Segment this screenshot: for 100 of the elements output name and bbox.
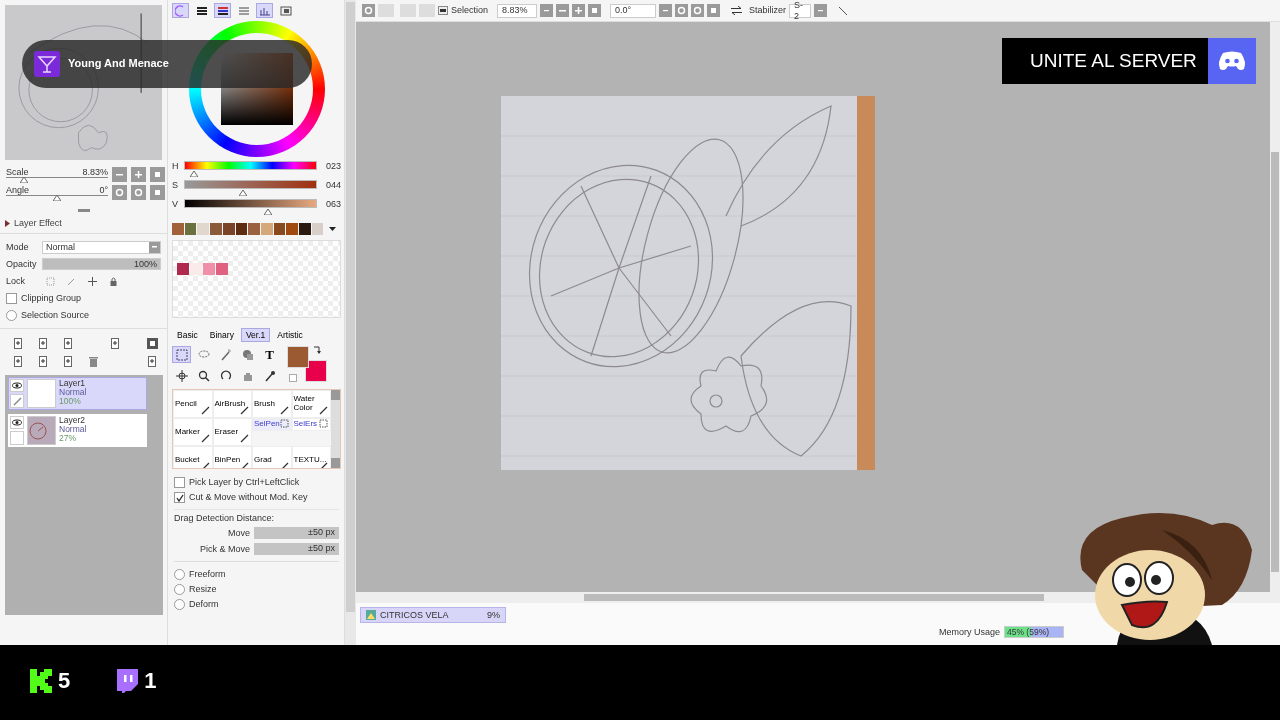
opacity-slider[interactable]: 100%: [42, 258, 161, 271]
stabilizer-field[interactable]: S-2: [789, 3, 812, 18]
scrollbar-thumb[interactable]: [1271, 152, 1279, 572]
k-logo-icon: [30, 669, 52, 694]
flip-arrows-icon[interactable]: [731, 6, 743, 15]
slider-track[interactable]: Scale 8.83%: [6, 167, 108, 183]
tool-tab[interactable]: Binary: [204, 328, 239, 343]
square-button[interactable]: [150, 167, 165, 182]
zoom-field[interactable]: 8.83%: [497, 3, 538, 18]
radio-button[interactable]: [174, 584, 185, 596]
memory-usage-value: 45% (59%): [1006, 627, 1050, 637]
brush-preset[interactable]: Marker: [173, 418, 213, 447]
layer-row[interactable]: Layer1 Normal 100%: [8, 376, 147, 410]
scrollbar-thumb[interactable]: [346, 2, 355, 612]
brush-preset[interactable]: Bucket: [173, 446, 213, 469]
brush-preset[interactable]: Pencil: [173, 390, 213, 419]
checkbox[interactable]: [6, 292, 17, 304]
brush-preset[interactable]: AirBrush: [212, 390, 252, 419]
eye-icon[interactable]: [12, 419, 22, 427]
scratchpad-color[interactable]: [203, 263, 215, 275]
brush-preset[interactable]: Water Color: [291, 390, 331, 419]
document-tab[interactable]: CITRICOS VELA 9%: [360, 607, 506, 623]
mask-button[interactable]: [144, 336, 161, 351]
zoom-out-button[interactable]: [556, 4, 570, 17]
rotate-right-button[interactable]: [131, 185, 146, 200]
scroll-down-button[interactable]: [331, 458, 340, 469]
scroll-up-button[interactable]: [331, 390, 340, 401]
mask-icon: [147, 338, 158, 350]
lock-label: Lock: [6, 275, 26, 287]
checkbox[interactable]: [174, 477, 185, 489]
tool-tab[interactable]: Artistic: [272, 328, 308, 343]
brush-preset[interactable]: Brush: [252, 390, 292, 419]
color-wheel-tab[interactable]: [172, 3, 189, 18]
rotate-left-button[interactable]: [112, 185, 127, 200]
swap-arrow-icon[interactable]: [313, 346, 321, 355]
minus-button[interactable]: [112, 167, 127, 182]
stabilizer-dropdown-button[interactable]: [814, 4, 828, 17]
color-swatch[interactable]: [286, 223, 299, 235]
brush-tip-icon: [240, 434, 249, 444]
color-swatch[interactable]: [235, 223, 248, 235]
scratchpad-color[interactable]: [216, 263, 228, 275]
eye-icon[interactable]: [12, 382, 22, 390]
angle-reset-button[interactable]: [707, 4, 721, 17]
tool-tab[interactable]: Basic: [172, 328, 203, 343]
scrollbar-thumb[interactable]: [584, 594, 1044, 601]
zoom-in-button[interactable]: [572, 4, 586, 17]
document-name: CITRICOS VELA: [380, 609, 450, 621]
radio-label: Deform: [189, 599, 219, 611]
distance-field[interactable]: ±50 px: [254, 527, 339, 540]
radio-button[interactable]: [6, 309, 17, 321]
brush-preset[interactable]: Eraser: [212, 418, 252, 447]
zoom-dropdown-button[interactable]: [540, 4, 554, 17]
brush-preset[interactable]: TEXTU...: [291, 446, 331, 469]
square-button[interactable]: [150, 185, 165, 200]
layer-blend-mode: Normal: [59, 424, 87, 434]
eyedropper-icon: [263, 369, 276, 382]
plus-button[interactable]: [131, 167, 146, 182]
slider-track[interactable]: Angle 0°: [6, 185, 108, 201]
radio-button[interactable]: [174, 569, 185, 581]
brush-tip-icon: [200, 406, 210, 416]
color-swatch[interactable]: [260, 223, 273, 235]
discord-banner[interactable]: UNITE AL SERVER: [1002, 38, 1256, 84]
color-swatch[interactable]: [248, 223, 260, 235]
line-tool-icon[interactable]: [838, 5, 849, 16]
color-swatch[interactable]: [197, 223, 210, 235]
angle-field[interactable]: 0.0°: [610, 3, 657, 18]
brush-preset[interactable]: SelPen: [252, 418, 292, 432]
brush-preset[interactable]: SelErs: [291, 418, 331, 432]
selection-toggle-icon[interactable]: [438, 6, 448, 15]
secondary-color-box[interactable]: [305, 360, 327, 383]
dropdown-arrow-icon: [329, 227, 337, 231]
text-tool-button[interactable]: T: [260, 346, 279, 364]
brush-preset[interactable]: BinPen: [212, 446, 252, 469]
distance-field[interactable]: ±50 px: [254, 543, 339, 556]
brush-preset[interactable]: Grad: [252, 446, 292, 469]
tool-tab[interactable]: Ver.1: [240, 328, 271, 343]
scratchpad-color[interactable]: [190, 263, 202, 275]
hsv-sliders-tab[interactable]: [214, 3, 231, 18]
mode-label: Mode: [6, 241, 30, 253]
slider-thumb[interactable]: [20, 177, 29, 183]
layer-effect-toggle[interactable]: Layer Effect: [0, 214, 167, 234]
zoom-reset-button[interactable]: [588, 4, 602, 17]
color-swatch[interactable]: [184, 223, 197, 235]
blend-mode-dropdown[interactable]: Normal: [42, 240, 161, 254]
color-swatch[interactable]: [172, 223, 184, 235]
primary-color-box[interactable]: [287, 346, 309, 369]
layer-row[interactable]: Layer2 Normal 27%: [8, 413, 147, 447]
angle-dropdown-button[interactable]: [659, 4, 673, 17]
color-swatch[interactable]: [222, 223, 235, 235]
reset-colors-icon[interactable]: [289, 374, 297, 383]
scratchpad-color[interactable]: [177, 263, 189, 275]
color-swatch[interactable]: [299, 223, 311, 235]
scratchpad-tab[interactable]: [256, 3, 273, 18]
color-swatch[interactable]: [311, 223, 324, 235]
preview-tab[interactable]: [277, 3, 294, 18]
checkbox[interactable]: [174, 492, 185, 504]
radio-button[interactable]: [174, 599, 185, 611]
color-swatch[interactable]: [273, 223, 286, 235]
color-swatch[interactable]: [210, 223, 222, 235]
shapes-icon: [241, 348, 254, 361]
